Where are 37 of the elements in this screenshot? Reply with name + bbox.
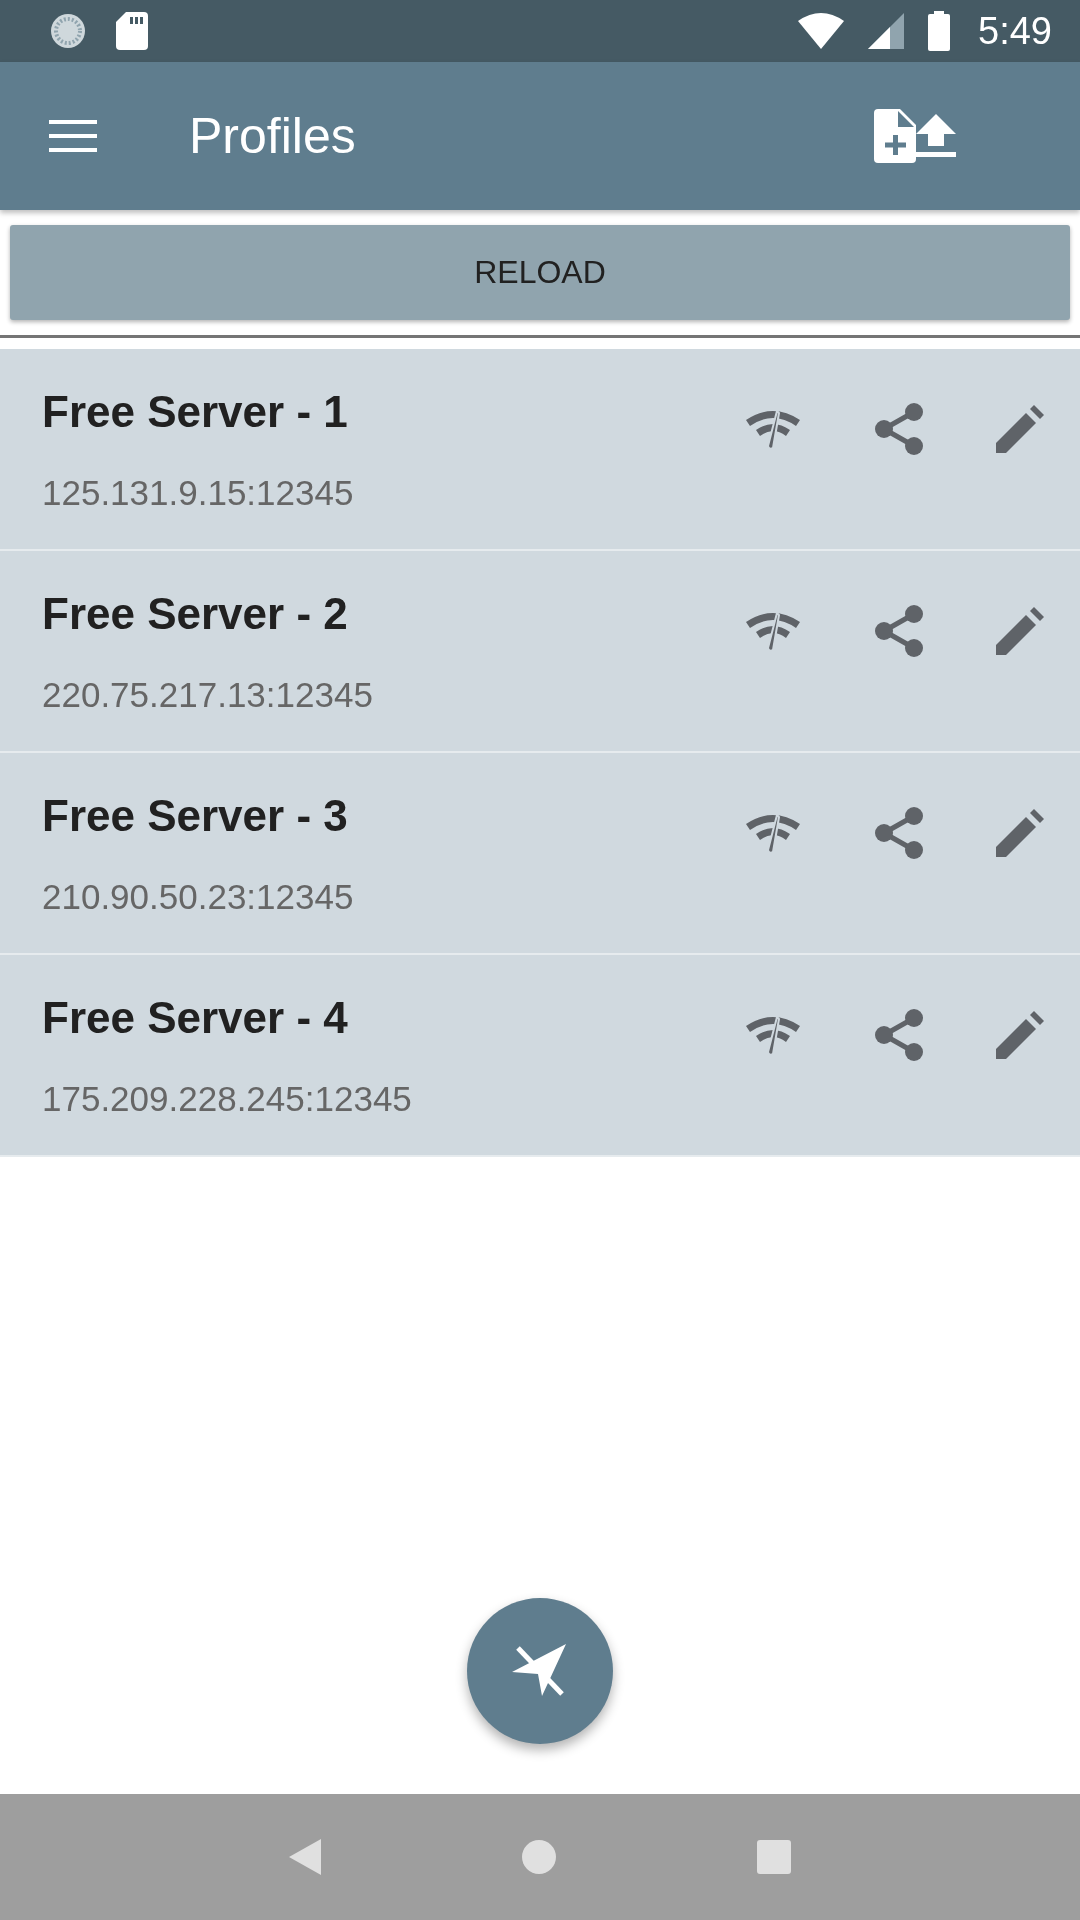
signal-icon bbox=[868, 13, 905, 49]
share-icon[interactable] bbox=[874, 402, 924, 456]
menu-icon[interactable] bbox=[49, 120, 97, 152]
edit-icon[interactable] bbox=[996, 809, 1044, 857]
profile-name: Free Server - 2 bbox=[42, 589, 349, 639]
sd-card-icon bbox=[116, 12, 148, 50]
share-icon[interactable] bbox=[874, 806, 924, 860]
profile-name: Free Server - 1 bbox=[42, 387, 349, 437]
wifi-icon bbox=[798, 13, 845, 49]
speed-gauge-icon[interactable] bbox=[744, 812, 802, 854]
disconnect-fab[interactable] bbox=[467, 1598, 613, 1744]
upload-icon[interactable] bbox=[916, 114, 956, 158]
sync-icon bbox=[48, 11, 88, 51]
profile-row[interactable]: Free Server - 1 125.131.9.15:12345 bbox=[0, 349, 1080, 551]
battery-icon bbox=[928, 11, 951, 51]
profile-row[interactable]: Free Server - 3 210.90.50.23:12345 bbox=[0, 753, 1080, 955]
server-address: 220.75.217.13:12345 bbox=[42, 675, 374, 715]
profile-name: Free Server - 3 bbox=[42, 791, 349, 841]
edit-icon[interactable] bbox=[996, 1011, 1044, 1059]
reload-button[interactable]: RELOAD bbox=[10, 225, 1070, 320]
share-icon[interactable] bbox=[874, 1008, 924, 1062]
share-icon[interactable] bbox=[874, 604, 924, 658]
profile-row[interactable]: Free Server - 4 175.209.228.245:12345 bbox=[0, 955, 1080, 1157]
edit-icon[interactable] bbox=[996, 607, 1044, 655]
status-time: 5:49 bbox=[978, 9, 1052, 53]
add-file-icon[interactable] bbox=[874, 109, 916, 163]
crossed-plane-icon bbox=[512, 1644, 568, 1698]
server-address: 175.209.228.245:12345 bbox=[42, 1079, 413, 1119]
edit-icon[interactable] bbox=[996, 405, 1044, 453]
profile-name: Free Server - 4 bbox=[42, 993, 349, 1043]
server-address: 210.90.50.23:12345 bbox=[42, 877, 355, 917]
app-title: Profiles bbox=[189, 107, 357, 165]
speed-gauge-icon[interactable] bbox=[744, 408, 802, 450]
server-address: 125.131.9.15:12345 bbox=[42, 473, 355, 513]
speed-gauge-icon[interactable] bbox=[744, 610, 802, 652]
speed-gauge-icon[interactable] bbox=[744, 1014, 802, 1056]
profile-row[interactable]: Free Server - 2 220.75.217.13:12345 bbox=[0, 551, 1080, 753]
